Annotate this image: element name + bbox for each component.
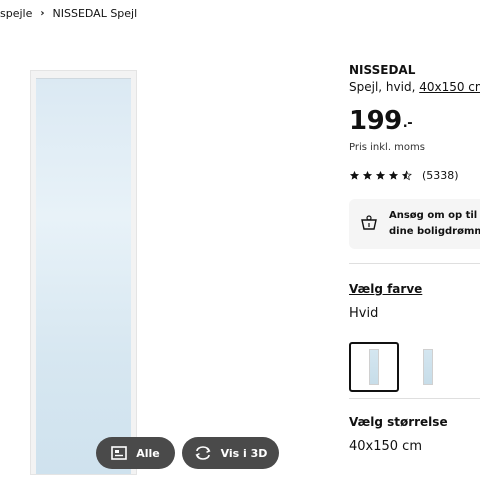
promo-text: Ansøg om op til 15 dine boligdrømme: [389, 208, 480, 240]
swatch-thumbnail: [423, 349, 433, 385]
rotate-3d-icon: [194, 446, 212, 460]
view-in-3d-button[interactable]: Vis i 3D: [182, 437, 279, 469]
price-note: Pris inkl. moms: [349, 142, 425, 153]
choose-size-title[interactable]: Vælg størrelse: [349, 415, 448, 429]
product-rating[interactable]: (5338): [349, 169, 459, 182]
star-icon: [349, 170, 360, 180]
divider: [349, 263, 480, 264]
price-integer: 199: [349, 106, 402, 136]
color-swatch-alternative[interactable]: [403, 342, 453, 392]
product-description: Spejl, hvid, 40x150 cm: [349, 80, 480, 94]
price-suffix: .-: [402, 116, 413, 131]
product-page: spejle › NISSEDAL Spejl Alle Vis i 3D NI…: [0, 0, 480, 480]
view-all-label: Alle: [136, 446, 160, 460]
payment-basket-icon: [360, 215, 378, 235]
product-price: 199.-: [349, 106, 413, 136]
promo-line-2: dine boligdrømme: [389, 226, 480, 237]
product-name: NISSEDAL: [349, 63, 416, 77]
rating-count: (5338): [422, 169, 459, 182]
breadcrumb-item-mirrors[interactable]: spejle: [0, 7, 32, 20]
half-star-icon: [401, 170, 412, 181]
view-in-3d-label: Vis i 3D: [220, 446, 268, 460]
rating-stars: [349, 170, 412, 181]
swatch-thumbnail: [369, 349, 379, 385]
breadcrumb-item-current[interactable]: NISSEDAL Spejl: [53, 7, 138, 20]
financing-promo[interactable]: Ansøg om op til 15 dine boligdrømme: [349, 199, 480, 249]
product-image[interactable]: [30, 70, 137, 475]
color-swatch-white[interactable]: [349, 342, 399, 392]
view-all-images-button[interactable]: Alle: [96, 437, 175, 469]
chevron-right-icon: ›: [40, 8, 45, 19]
product-description-text: Spejl, hvid,: [349, 80, 420, 94]
star-icon: [388, 170, 399, 180]
image-gallery-icon: [111, 446, 128, 460]
mirror-glass: [36, 78, 131, 474]
promo-line-1: Ansøg om op til 15: [389, 210, 480, 221]
star-icon: [362, 170, 373, 180]
breadcrumb: spejle › NISSEDAL Spejl: [0, 7, 137, 20]
divider: [349, 398, 480, 399]
selected-color: Hvid: [349, 306, 379, 321]
selected-size: 40x150 cm: [349, 439, 422, 454]
product-size-link[interactable]: 40x150 cm: [419, 80, 480, 94]
star-icon: [375, 170, 386, 180]
choose-color-link[interactable]: Vælg farve: [349, 282, 422, 296]
